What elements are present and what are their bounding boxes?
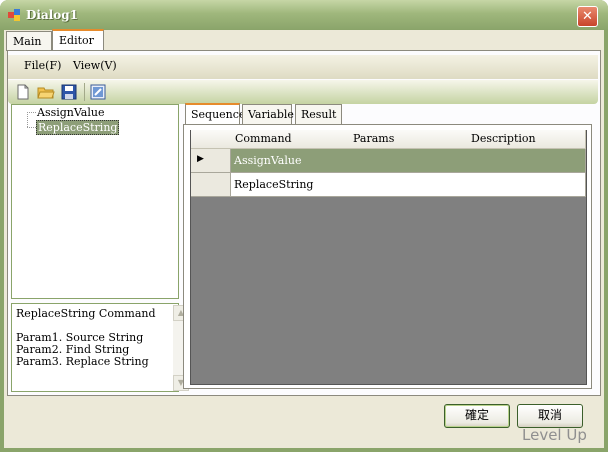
- close-button[interactable]: ✕: [577, 6, 598, 27]
- properties-icon[interactable]: [89, 83, 107, 101]
- watermark: Level Up: [522, 426, 587, 444]
- tab-result[interactable]: Result: [295, 104, 342, 124]
- column-header-params[interactable]: Params: [349, 130, 468, 149]
- menu-file[interactable]: File(F): [24, 59, 61, 72]
- menu-view[interactable]: View(V): [73, 59, 117, 72]
- ok-button[interactable]: 確定: [444, 404, 510, 428]
- tab-result-label: Result: [301, 108, 337, 121]
- tree-line: [27, 112, 36, 113]
- row-header[interactable]: ▶: [191, 149, 231, 173]
- title-bar[interactable]: [0, 0, 608, 30]
- command-tree[interactable]: AssignValue ReplaceString: [11, 104, 179, 299]
- cell-command[interactable]: ReplaceString: [231, 173, 350, 197]
- tab-sequence-label: Sequence: [191, 108, 246, 121]
- help-line: ReplaceString Command: [16, 307, 156, 320]
- cell-params[interactable]: [349, 173, 468, 197]
- cell-command[interactable]: AssignValue: [231, 149, 350, 173]
- tab-main[interactable]: Main: [6, 31, 52, 51]
- tree-line: [27, 112, 28, 127]
- current-row-indicator-icon: ▶: [197, 154, 204, 164]
- tree-item-assignvalue[interactable]: AssignValue: [37, 106, 104, 119]
- toolbar-separator: [84, 83, 85, 101]
- tab-main-label: Main: [13, 35, 42, 48]
- tab-variable[interactable]: Variable: [242, 104, 294, 124]
- cell-description[interactable]: [467, 149, 586, 173]
- tree-item-replacestring[interactable]: ReplaceString: [36, 120, 120, 135]
- cancel-button[interactable]: 取消: [517, 404, 583, 428]
- cell-description[interactable]: [467, 173, 586, 197]
- tree-line: [27, 127, 36, 128]
- open-folder-icon[interactable]: [37, 83, 55, 101]
- new-file-icon[interactable]: [14, 83, 32, 101]
- help-line: Param3. Replace String: [16, 355, 149, 368]
- tab-sequence[interactable]: Sequence: [185, 103, 245, 125]
- command-help-text[interactable]: ReplaceString Command Param1. Source Str…: [11, 303, 189, 392]
- tab-editor[interactable]: Editor: [52, 29, 104, 51]
- save-icon[interactable]: [60, 83, 78, 101]
- app-icon: [8, 9, 20, 21]
- tab-editor-label: Editor: [59, 34, 94, 47]
- row-header[interactable]: [191, 173, 231, 197]
- column-header-description[interactable]: Description: [467, 130, 586, 149]
- cell-params[interactable]: [349, 149, 468, 173]
- grid-corner-header: [191, 130, 232, 149]
- tab-variable-label: Variable: [248, 108, 294, 121]
- column-header-command[interactable]: Command: [231, 130, 350, 149]
- window-title: Dialog1: [26, 8, 79, 22]
